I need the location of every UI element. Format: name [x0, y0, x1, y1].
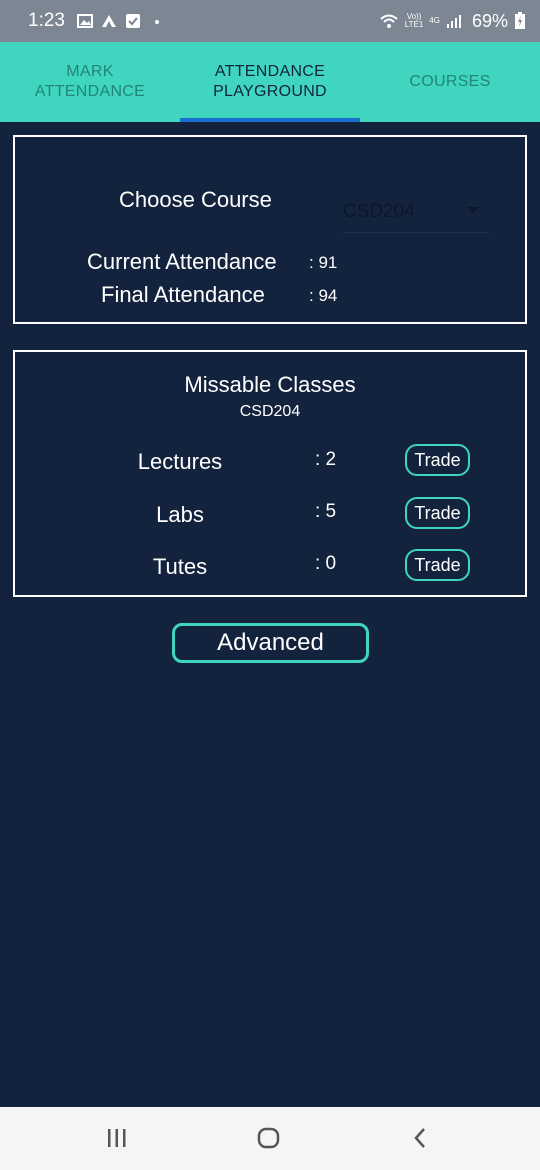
image-icon [76, 14, 93, 28]
tab-label: COURSES [409, 73, 491, 90]
app-icon [101, 15, 116, 27]
tab-attendance-playground[interactable]: ATTENDANCE PLAYGROUND [180, 42, 360, 122]
advanced-button[interactable]: Advanced [172, 623, 369, 663]
labs-value: : 5 [315, 501, 337, 522]
final-attendance-label: Final Attendance [101, 282, 265, 307]
trade-tutes-button[interactable]: Trade [405, 549, 470, 581]
checkbox-icon [125, 14, 140, 28]
wifi-icon [380, 14, 398, 28]
tab-mark-attendance[interactable]: MARK ATTENDANCE [0, 42, 180, 122]
back-icon[interactable] [408, 1125, 432, 1151]
lectures-label: Lectures [137, 449, 223, 474]
recent-apps-icon[interactable] [106, 1125, 128, 1151]
signal-icon [446, 15, 461, 28]
tab-bar: MARK ATTENDANCE ATTENDANCE PLAYGROUND CO… [0, 42, 540, 122]
choose-course-label: Choose Course [119, 187, 272, 212]
battery-icon [515, 12, 525, 29]
status-time: 1:23 [28, 10, 65, 31]
status-right: Vo)) LTE1 4G 69% [379, 11, 526, 32]
tab-label: ATTENDANCE PLAYGROUND [213, 63, 327, 100]
home-icon[interactable] [256, 1125, 282, 1151]
volte-indicator: Vo)) LTE1 [405, 13, 424, 29]
labs-label: Labs [156, 502, 204, 527]
missable-course: CSD204 [239, 403, 301, 420]
tutes-value: : 0 [315, 553, 337, 574]
lectures-value: : 2 [315, 449, 337, 470]
status-bar: 1:23 Vo)) LTE1 4G 69% [0, 0, 540, 42]
tab-courses[interactable]: COURSES [360, 42, 540, 122]
current-attendance-value: : 91 [309, 253, 338, 272]
dot-icon [154, 20, 159, 24]
system-nav-bar [0, 1107, 540, 1170]
lte-label: LTE1 [404, 20, 424, 29]
battery-percent: 69% [471, 10, 508, 31]
missable-classes-panel: Missable Classes CSD204 Lectures : 2 Tra… [13, 350, 527, 597]
trade-lectures-button[interactable]: Trade [405, 444, 470, 476]
network-type: 4G [429, 16, 440, 25]
course-dropdown[interactable]: CSD204 [343, 197, 489, 233]
missable-title: Missable Classes [184, 372, 356, 397]
current-attendance-label: Current Attendance [87, 249, 277, 274]
final-attendance-value: : 94 [309, 286, 338, 305]
notification-icons [76, 13, 165, 29]
chevron-down-icon [467, 207, 479, 213]
tab-indicator [180, 118, 360, 122]
selected-course: CSD204 [343, 201, 415, 222]
tab-label: MARK ATTENDANCE [34, 63, 146, 100]
trade-labs-button[interactable]: Trade [405, 497, 470, 529]
course-panel: Choose Course CSD204 Current Attendance … [13, 135, 527, 324]
tutes-label: Tutes [152, 554, 208, 579]
